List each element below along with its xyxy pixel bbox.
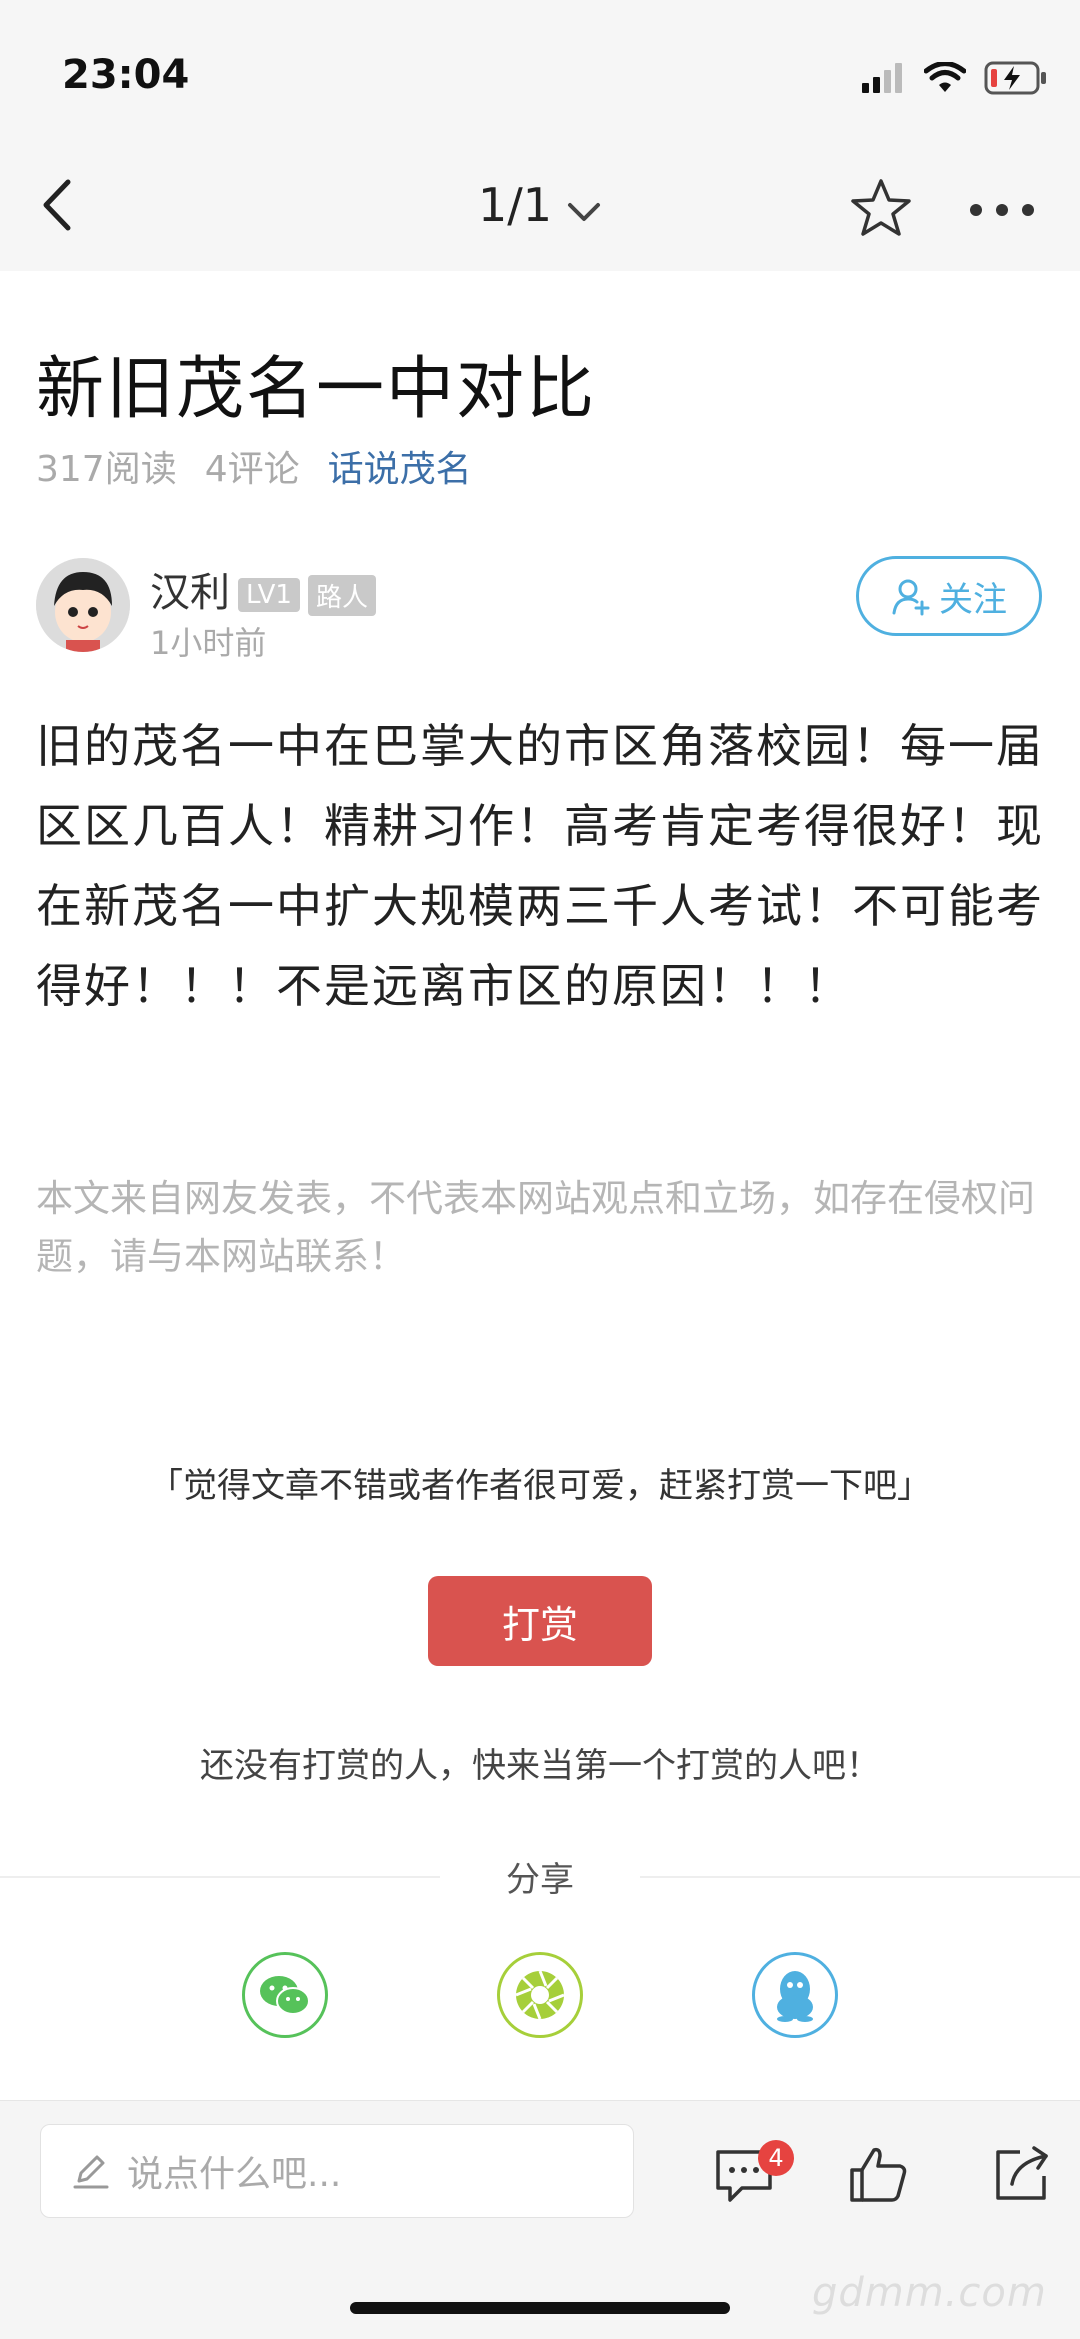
- comment-input[interactable]: 说点什么吧...: [40, 2124, 634, 2218]
- author-name[interactable]: 汉利 LV1 路人: [150, 560, 376, 618]
- post-meta: 317阅读 4评论 话说茂名: [36, 440, 500, 492]
- top-bar: 23:04 1/1: [0, 0, 1080, 271]
- status-time: 23:04: [62, 52, 190, 98]
- moments-icon: [515, 1970, 565, 2020]
- avatar-cartoon-icon: [36, 558, 130, 652]
- board-link[interactable]: 话说茂名: [328, 449, 472, 490]
- comment-count-text: 4评论: [204, 449, 300, 490]
- chevron-down-icon: [566, 182, 602, 236]
- avatar[interactable]: [36, 558, 130, 652]
- post-content: 旧的茂名一中在巴掌大的市区角落校园！每一届区区几百人！精耕习作！高考肯定考得很好…: [36, 719, 1044, 1013]
- follow-button[interactable]: 关注: [856, 556, 1042, 636]
- share-moments-button[interactable]: [497, 1952, 583, 2038]
- author-name-text: 汉利: [150, 570, 230, 616]
- star-icon: [851, 179, 911, 236]
- home-indicator[interactable]: [350, 2302, 730, 2314]
- pencil-icon: [73, 2155, 109, 2189]
- level-badge: LV1: [238, 578, 300, 612]
- wifi-icon: [924, 62, 966, 92]
- read-count: 317阅读: [36, 449, 177, 490]
- favorite-button[interactable]: [848, 176, 914, 242]
- share-button[interactable]: [990, 2142, 1054, 2206]
- more-button[interactable]: [966, 190, 1038, 230]
- battery-charging-icon: [984, 61, 1046, 95]
- signal-icon: [862, 63, 902, 93]
- qq-icon: [777, 1971, 813, 2022]
- post-title: 新旧茂名一中对比: [36, 350, 597, 429]
- more-dots-icon: [970, 204, 1034, 216]
- post-time: 1小时前: [150, 624, 267, 662]
- add-user-icon: [892, 579, 930, 616]
- share-label: 分享: [440, 1852, 640, 1901]
- wechat-icon: [260, 1976, 310, 2015]
- reward-prompt: 「觉得文章不错或者作者很可爱，赶紧打赏一下吧」: [149, 1466, 931, 1506]
- share-arrow-icon: [996, 2146, 1048, 2200]
- follow-label: 关注: [939, 579, 1007, 620]
- like-button[interactable]: [846, 2142, 910, 2206]
- comment-count-badge: 4: [758, 2140, 794, 2176]
- disclaimer: 本文来自网友发表，不代表本网站观点和立场，如存在侵权问题，请与本网站联系！: [36, 1177, 1035, 1278]
- reward-empty-text: 还没有打赏的人，快来当第一个打赏的人吧！: [200, 1746, 880, 1786]
- comment-input-placeholder: 说点什么吧...: [127, 2154, 342, 2195]
- status-icons: [862, 58, 1048, 98]
- share-wechat-button[interactable]: [242, 1952, 328, 2038]
- rank-badge: 路人: [307, 574, 376, 616]
- thumbs-up-icon: [850, 2147, 907, 2202]
- page-indicator: 1/1: [477, 178, 553, 232]
- page-selector[interactable]: 1/1: [0, 178, 1080, 236]
- reward-button[interactable]: 打赏: [428, 1576, 652, 1666]
- watermark: gdmm.com: [812, 2270, 1047, 2316]
- share-qq-button[interactable]: [752, 1952, 838, 2038]
